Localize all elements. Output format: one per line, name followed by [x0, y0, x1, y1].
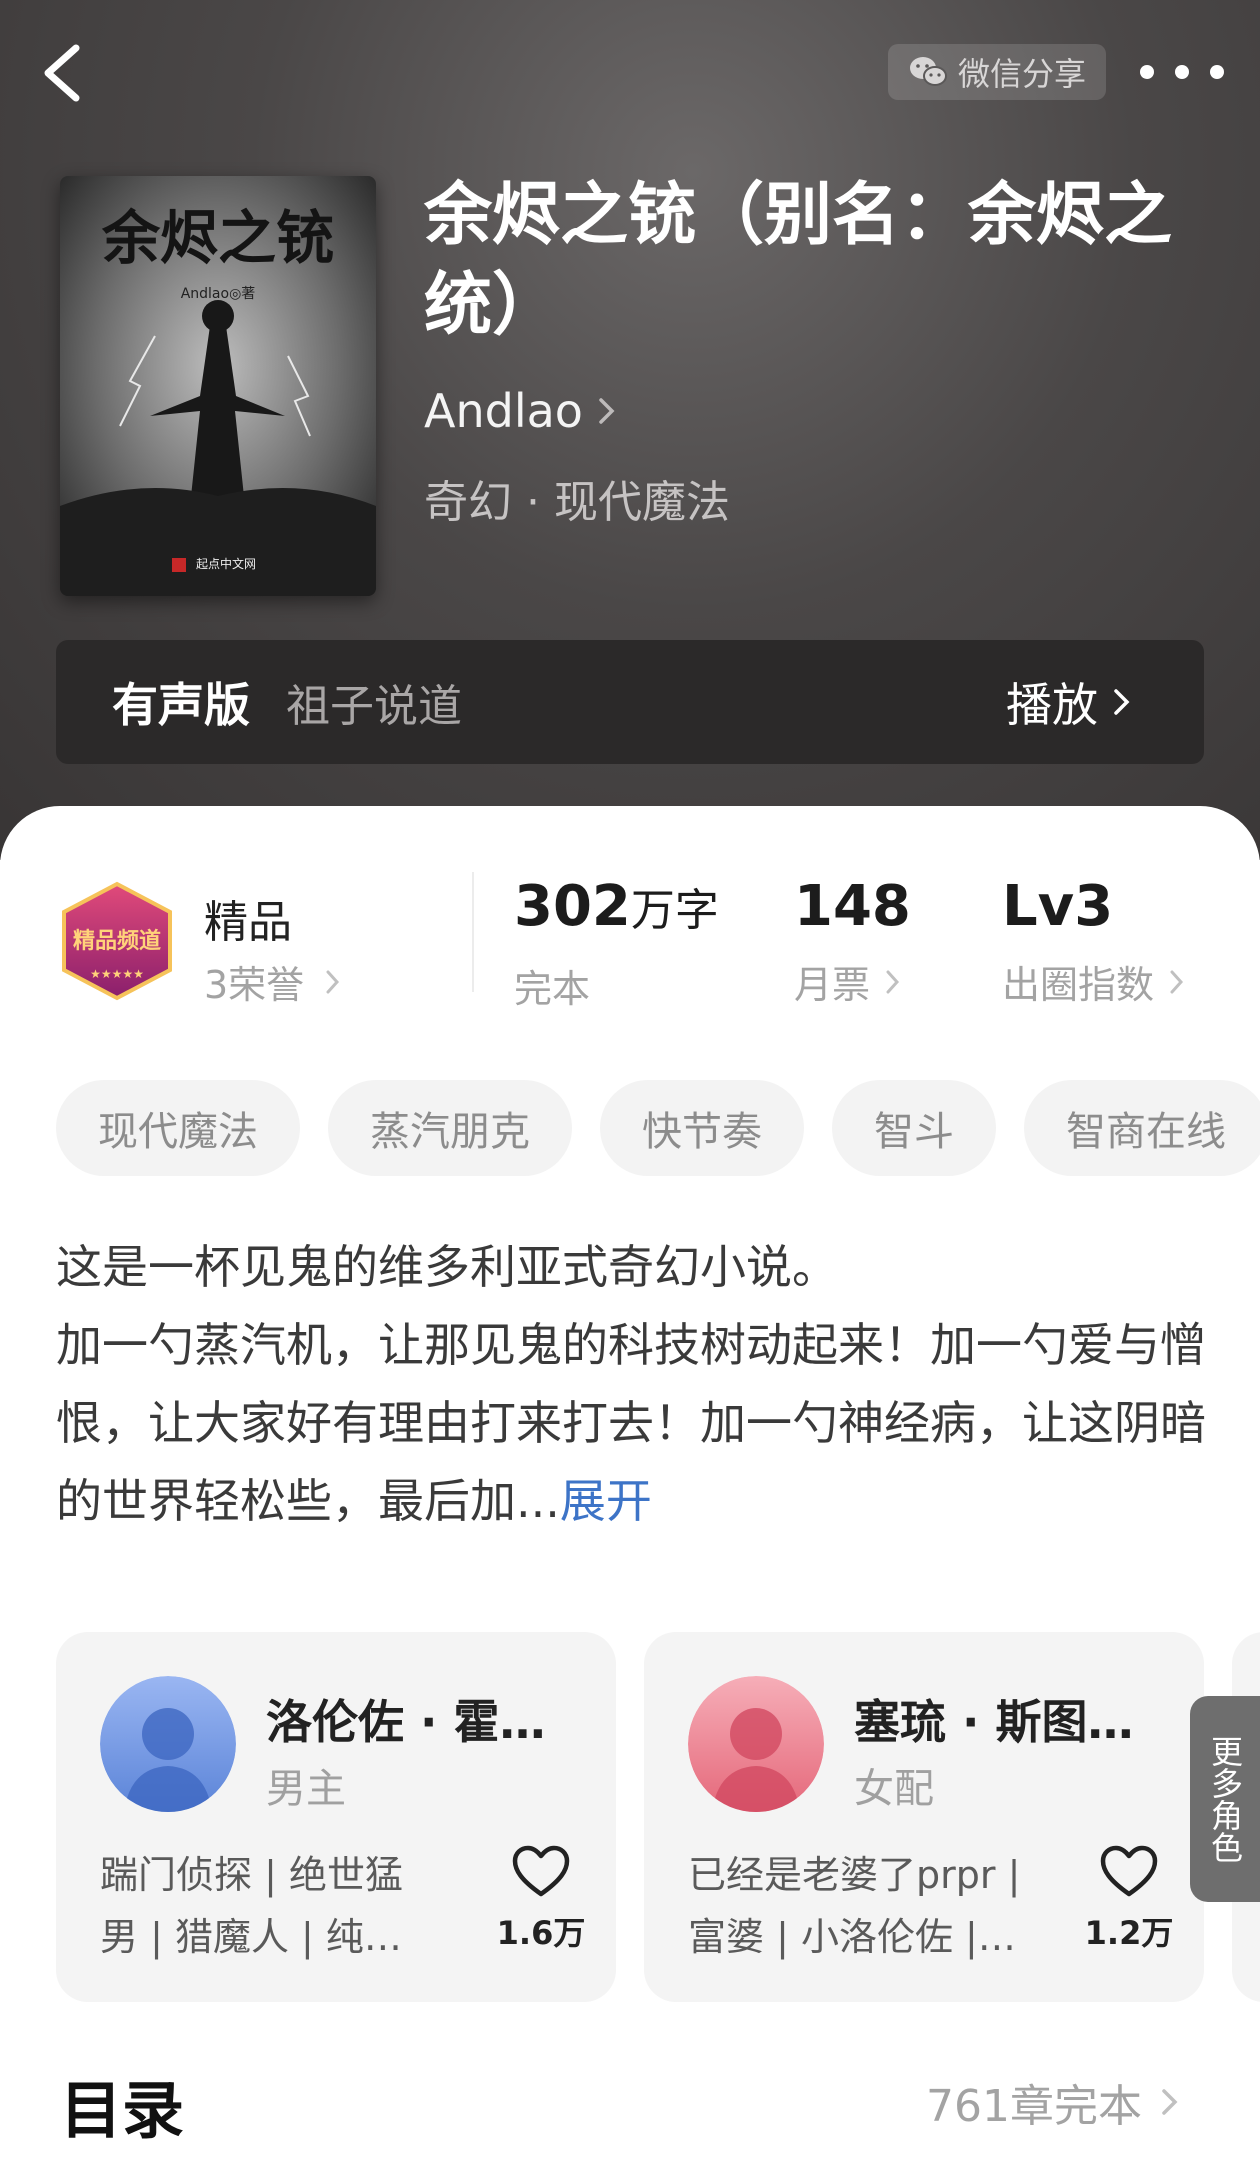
dot-icon	[1175, 65, 1189, 79]
expand-link[interactable]: 展开	[560, 1474, 652, 1528]
play-label: 播放	[1006, 678, 1098, 732]
book-cover[interactable]: 余烬之铳 Andlao◎著 起点中文网	[60, 176, 376, 596]
character-tags: 已经是老婆了prpr | 富婆 | 小洛伦佐 |…	[688, 1853, 1021, 1959]
honor-count: 3荣誉	[204, 963, 305, 1007]
monthly-tickets-value: 148	[794, 874, 911, 939]
monthly-tickets-label: 月票	[794, 963, 871, 1007]
audio-version-bar[interactable]: 有声版 祖子说道 播放	[56, 640, 1204, 764]
chevron-right-icon	[326, 970, 340, 993]
book-header: 微信分享 余烬之铳 Andlao◎著 起点中文网 余烬之铳（别名：余烬之统） A…	[0, 0, 1260, 860]
tag-list: 现代魔法 蒸汽朋克 快节奏 智斗 智商在线	[56, 1080, 1260, 1176]
dot-icon	[1140, 65, 1154, 79]
book-genre[interactable]: 奇幻 · 现代魔法	[424, 466, 730, 530]
back-button[interactable]	[36, 38, 96, 108]
wechat-icon	[909, 57, 947, 86]
cover-publisher: 起点中文网	[196, 556, 256, 571]
tag-chip[interactable]: 智商在线	[1024, 1080, 1260, 1176]
more-characters-button[interactable]: 更多角色	[1190, 1696, 1260, 1902]
heart-icon	[1100, 1845, 1158, 1897]
character-card[interactable]: 塞琉 · 斯图… 女配 已经是老婆了prpr | 富婆 | 小洛伦佐 |… 1.…	[644, 1632, 1204, 2002]
character-card[interactable]: 洛伦佐 · 霍… 男主 踹门侦探 | 绝世猛男 | 猎魔人 | 纯… 1.6万	[56, 1632, 616, 2002]
cover-title: 余烬之铳	[101, 204, 334, 272]
book-title: 余烬之铳（别名：余烬之统）	[424, 175, 1173, 345]
heart-icon	[512, 1845, 570, 1897]
character-name: 塞琉 · 斯图…	[854, 1695, 1134, 1749]
audio-narrator: 祖子说道	[286, 681, 462, 732]
tag-chip[interactable]: 现代魔法	[56, 1080, 300, 1176]
word-count-stat: 302万字 完本	[514, 872, 719, 1013]
play-button[interactable]: 播放	[1006, 669, 1132, 735]
popularity-label: 出圈指数	[1002, 963, 1155, 1007]
avatar	[688, 1676, 824, 1812]
chevron-right-icon	[599, 398, 615, 424]
wechat-share-button[interactable]: 微信分享	[888, 44, 1106, 100]
cover-art: 余烬之铳 Andlao◎著 起点中文网	[60, 176, 376, 596]
toc-link[interactable]: 761章完本	[926, 2070, 1180, 2134]
author-link[interactable]: Andlao	[424, 384, 617, 438]
synopsis[interactable]: 这是一杯见鬼的维多利亚式奇幻小说。 加一勺蒸汽机，让那见鬼的科技树动起来！加一勺…	[56, 1228, 1206, 1540]
avatar	[100, 1676, 236, 1812]
character-name: 洛伦佐 · 霍…	[266, 1695, 546, 1749]
popularity-level: Lv3	[1002, 874, 1114, 939]
share-label: 微信分享	[957, 55, 1086, 93]
chevron-right-icon	[1162, 2089, 1178, 2115]
author-name: Andlao	[424, 384, 583, 438]
synopsis-line: 这是一杯见鬼的维多利亚式奇幻小说。	[56, 1240, 838, 1294]
cover-author: Andlao◎著	[181, 286, 256, 302]
chevron-right-icon	[1114, 689, 1130, 715]
word-count-unit: 万字	[630, 885, 719, 936]
publisher-logo-icon	[172, 558, 186, 572]
chevron-right-icon	[886, 970, 900, 993]
monthly-tickets-stat[interactable]: 148 月票	[794, 872, 911, 1009]
stars-icon: ★★★★★	[90, 967, 144, 981]
like-count: 1.6万	[496, 1914, 586, 1952]
honor-title: 精品	[204, 897, 292, 948]
premium-badge-icon[interactable]: 精品频道 ★★★★★	[56, 880, 178, 1002]
stats-divider	[472, 872, 474, 992]
toc-title: 目录	[60, 2074, 185, 2147]
audio-label: 有声版	[112, 678, 250, 732]
badge-text: 精品频道	[73, 928, 161, 954]
honor-link[interactable]: 3荣誉	[204, 954, 342, 1009]
tag-chip[interactable]: 快节奏	[600, 1080, 804, 1176]
chapter-count: 761章完本	[926, 2081, 1142, 2132]
character-role: 女配	[854, 1766, 934, 1812]
like-count: 1.2万	[1084, 1914, 1174, 1952]
word-count-value: 302	[514, 874, 631, 939]
character-role: 男主	[266, 1766, 346, 1812]
character-tags: 踹门侦探 | 绝世猛男 | 猎魔人 | 纯…	[100, 1853, 403, 1959]
chevron-right-icon	[1170, 970, 1184, 993]
like-button[interactable]: 1.2万	[1084, 1844, 1174, 1954]
like-button[interactable]: 1.6万	[496, 1844, 586, 1954]
tag-chip[interactable]: 智斗	[832, 1080, 996, 1176]
dot-icon	[1210, 65, 1224, 79]
popularity-index-stat[interactable]: Lv3 出圈指数	[1002, 872, 1186, 1009]
tag-chip[interactable]: 蒸汽朋克	[328, 1080, 572, 1176]
chevron-left-icon	[44, 44, 80, 102]
completion-status: 完本	[514, 967, 591, 1011]
more-options-button[interactable]	[1140, 52, 1224, 92]
